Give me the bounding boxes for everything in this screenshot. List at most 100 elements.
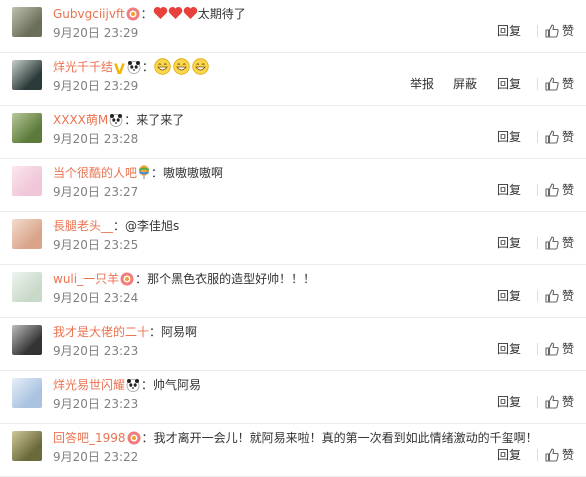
action-divider xyxy=(537,290,538,302)
reply-button[interactable]: 回复 xyxy=(497,234,521,252)
thumbs-up-icon xyxy=(545,342,559,356)
comment-item: Gubvgciijvft ： 太期待了 9月20日 23:29 回复 赞 xyxy=(0,0,586,53)
vip-flower-icon xyxy=(120,272,134,286)
comment-separator: ： xyxy=(149,325,162,339)
comment-text: 阿易啊 xyxy=(161,325,198,339)
avatar[interactable] xyxy=(12,113,42,143)
comment-item: 長腿老头__：@李佳旭s 9月20日 23:25 回复 赞 xyxy=(0,212,586,265)
comment-text: @李佳旭s xyxy=(125,219,180,233)
comment-separator: ： xyxy=(113,219,126,233)
comment-text: 来了来了 xyxy=(136,113,185,127)
comment-username[interactable]: 烊光千千结 xyxy=(53,60,113,74)
like-button[interactable]: 赞 xyxy=(545,287,574,305)
comment-item: wuli_一只羊 ：那个黑色衣服的造型好帅！！！ 9月20日 23:24 回复 赞 xyxy=(0,265,586,318)
reply-button[interactable]: 回复 xyxy=(497,128,521,146)
avatar[interactable] xyxy=(12,378,42,408)
action-divider xyxy=(537,78,538,90)
thumbs-up-icon xyxy=(545,395,559,409)
red-heart-emoji xyxy=(168,7,182,19)
comment-username[interactable]: 回答吧_1998 xyxy=(53,431,126,445)
like-label: 赞 xyxy=(561,395,574,409)
report-button[interactable]: 举报 xyxy=(410,75,434,93)
like-button[interactable]: 赞 xyxy=(545,340,574,358)
reply-button[interactable]: 回复 xyxy=(497,340,521,358)
comment-time: 9月20日 23:22 xyxy=(53,450,139,464)
like-button[interactable]: 赞 xyxy=(545,128,574,146)
action-divider xyxy=(537,237,538,249)
like-button[interactable]: 赞 xyxy=(545,393,574,411)
comment-item: 烊光易世闪耀 ：帅气阿易 9月20日 23:23 回复 赞 xyxy=(0,371,586,424)
avatar[interactable] xyxy=(12,219,42,249)
action-divider xyxy=(537,449,538,461)
like-button[interactable]: 赞 xyxy=(545,75,574,93)
comment-separator: ： xyxy=(141,378,154,392)
comment-text: 嗷嗷嗷嗷啊 xyxy=(163,166,224,180)
comment-username[interactable]: XXXX萌M xyxy=(53,113,108,127)
avatar[interactable] xyxy=(12,325,42,355)
comment-separator: ： xyxy=(141,60,154,74)
balloon-icon xyxy=(138,165,150,179)
like-button[interactable]: 赞 xyxy=(545,181,574,199)
comment-text: 那个黑色衣服的造型好帅！！！ xyxy=(147,272,316,286)
comment-text: 太期待了 xyxy=(197,7,246,21)
thumbs-up-icon xyxy=(545,289,559,303)
action-divider xyxy=(537,343,538,355)
comment-username[interactable]: wuli_一只羊 xyxy=(53,272,119,286)
thumbs-up-icon xyxy=(545,448,559,462)
comment-username[interactable]: 我才是大佬的二十 xyxy=(53,325,149,339)
action-divider xyxy=(537,184,538,196)
avatar[interactable] xyxy=(12,60,42,90)
avatar[interactable] xyxy=(12,272,42,302)
comment-time: 9月20日 23:28 xyxy=(53,132,139,146)
red-heart-emoji xyxy=(153,7,167,19)
comment-text: 我才离开一会儿！就阿易来啦！真的第一次看到如此情绪激动的千玺啊！ xyxy=(153,431,538,445)
action-divider xyxy=(537,396,538,408)
like-label: 赞 xyxy=(561,77,574,91)
grin-emoji xyxy=(173,58,190,75)
comment-item: 回答吧_1998 ：我才离开一会儿！就阿易来啦！真的第一次看到如此情绪激动的千玺啊… xyxy=(0,424,586,477)
like-label: 赞 xyxy=(561,342,574,356)
comment-separator: ： xyxy=(151,166,164,180)
comment-time: 9月20日 23:23 xyxy=(53,397,139,411)
vip-flower-icon xyxy=(126,7,140,21)
comment-username[interactable]: 長腿老头__ xyxy=(53,219,113,233)
panda-icon xyxy=(126,379,140,392)
red-heart-emoji xyxy=(183,7,197,19)
like-label: 赞 xyxy=(561,236,574,250)
comment-separator: ： xyxy=(140,7,153,21)
grin-emoji xyxy=(192,58,209,75)
avatar[interactable] xyxy=(12,431,42,461)
comment-item: XXXX萌M ：来了来了 9月20日 23:28 回复 赞 xyxy=(0,106,586,159)
like-button[interactable]: 赞 xyxy=(545,234,574,252)
reply-button[interactable]: 回复 xyxy=(497,22,521,40)
comment-username[interactable]: 当个很酷的人吧 xyxy=(53,166,137,180)
reply-button[interactable]: 回复 xyxy=(497,287,521,305)
avatar[interactable] xyxy=(12,7,42,37)
comment-separator: ： xyxy=(124,113,137,127)
thumbs-up-icon xyxy=(545,183,559,197)
grin-emoji xyxy=(154,58,171,75)
reply-button[interactable]: 回复 xyxy=(497,446,521,464)
comment-time: 9月20日 23:24 xyxy=(53,291,139,305)
comment-username[interactable]: Gubvgciijvft xyxy=(53,7,125,21)
like-label: 赞 xyxy=(561,130,574,144)
avatar[interactable] xyxy=(12,166,42,196)
vip-flower-icon xyxy=(127,431,141,445)
comment-item: 烊光千千结V： 9月20日 23:29 举报 屏蔽 回复赞 xyxy=(0,53,586,106)
comment-text: 帅气阿易 xyxy=(153,378,202,392)
comment-time: 9月20日 23:27 xyxy=(53,185,139,199)
like-label: 赞 xyxy=(561,183,574,197)
reply-button[interactable]: 回复 xyxy=(497,75,521,93)
like-button[interactable]: 赞 xyxy=(545,22,574,40)
reply-button[interactable]: 回复 xyxy=(497,181,521,199)
block-button[interactable]: 屏蔽 xyxy=(453,75,477,93)
thumbs-up-icon xyxy=(545,236,559,250)
reply-button[interactable]: 回复 xyxy=(497,393,521,411)
like-label: 赞 xyxy=(561,448,574,462)
like-button[interactable]: 赞 xyxy=(545,446,574,464)
like-label: 赞 xyxy=(561,24,574,38)
like-label: 赞 xyxy=(561,289,574,303)
comment-separator: ： xyxy=(141,431,154,445)
comment-username[interactable]: 烊光易世闪耀 xyxy=(53,378,125,392)
comment-time: 9月20日 23:29 xyxy=(53,79,139,93)
